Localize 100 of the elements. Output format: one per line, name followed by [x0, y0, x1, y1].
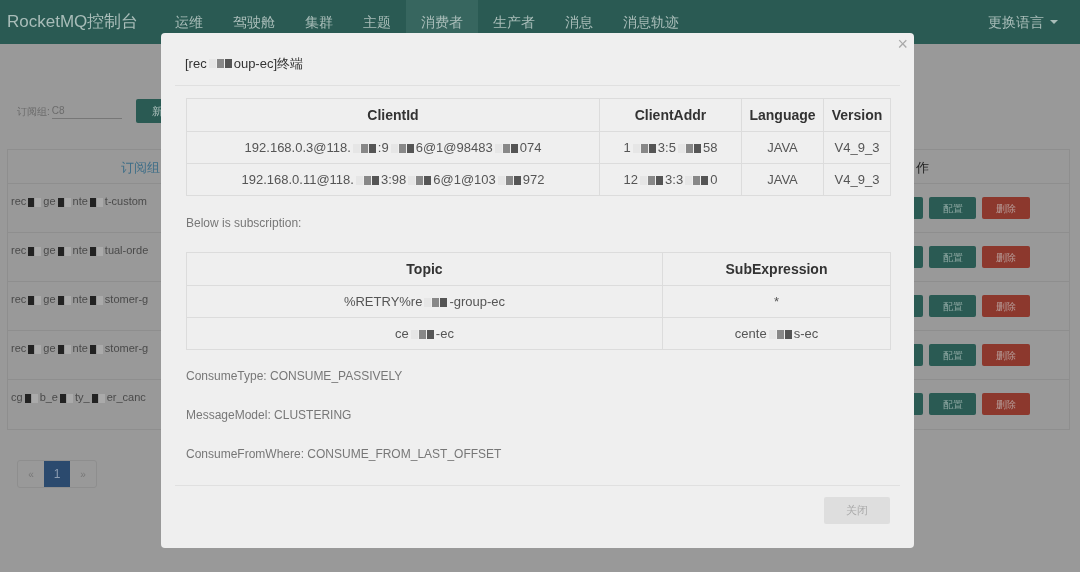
table-cell: 192.168.0.11@118. [241, 171, 354, 187]
pixelated-redaction [24, 393, 38, 403]
table-cell: JAVA [767, 171, 798, 187]
pixelated-redaction [57, 246, 71, 256]
table-cell: 3:3 [665, 171, 684, 187]
table-cell: s-ec [793, 325, 819, 341]
table-cell: rec [11, 342, 27, 354]
language-menu[interactable]: 更换语言 [988, 11, 1080, 33]
config-button[interactable]: 配置 [929, 393, 976, 415]
table-cell: 074 [519, 139, 542, 155]
table-cell: V4_9_3 [834, 171, 880, 187]
pixelated-redaction [89, 246, 103, 256]
table-cell: cg [11, 391, 23, 403]
table-cell: ge [43, 195, 56, 207]
column-header: 作 [916, 159, 929, 175]
table-cell: :9 [377, 139, 389, 155]
pixelated-redaction [352, 143, 376, 153]
column-header: SubExpression [725, 260, 828, 277]
table-cell: t-custom [104, 195, 147, 207]
column-header: ClientAddr [634, 106, 707, 123]
pixelated-redaction [89, 344, 103, 354]
pixelated-redaction [424, 297, 448, 307]
delete-button[interactable]: 删除 [982, 393, 1030, 415]
delete-button[interactable]: 删除 [982, 246, 1030, 268]
table-cell: cente [734, 325, 767, 341]
table-cell: stomer-g [104, 342, 149, 354]
table-cell: -group-ec [449, 293, 506, 309]
detail-text: ConsumeType: CONSUME_PASSIVELY [186, 368, 404, 384]
pixelated-redaction [208, 58, 232, 68]
delete-button[interactable]: 删除 [982, 295, 1030, 317]
table-cell: 192.168.0.3@118. [244, 139, 351, 155]
detail-text: ConsumeFromWhere: CONSUME_FROM_LAST_OFFSET [186, 446, 503, 462]
config-button[interactable]: 配置 [929, 197, 976, 219]
button-edge [914, 246, 923, 268]
delete-button[interactable]: 删除 [982, 344, 1030, 366]
subscription-intro: Below is subscription: [186, 215, 303, 232]
dialog-title: oup-ec]终端 [233, 54, 304, 73]
pixelated-redaction [91, 393, 105, 403]
pixelated-redaction [494, 143, 518, 153]
table-cell: nte [72, 293, 88, 305]
pixelated-redaction [390, 143, 414, 153]
table-cell: 6@1@103 [433, 171, 496, 187]
pixelated-redaction [408, 175, 432, 185]
column-header: ClientId [367, 106, 419, 123]
pixelated-redaction [28, 295, 42, 305]
button-edge [914, 197, 923, 219]
pixelated-redaction [677, 143, 701, 153]
pixelated-redaction [410, 329, 434, 339]
table-cell: * [773, 293, 780, 309]
table-cell: stomer-g [104, 293, 149, 305]
pixelated-redaction [89, 295, 103, 305]
table-cell: nte [72, 195, 88, 207]
pixelated-redaction [57, 197, 71, 207]
config-button[interactable]: 配置 [929, 246, 976, 268]
table-cell: 12 [623, 171, 639, 187]
config-button[interactable]: 配置 [929, 344, 976, 366]
pixelated-redaction [355, 175, 379, 185]
table-cell: rec [11, 244, 27, 256]
config-button[interactable]: 配置 [929, 295, 976, 317]
table-cell: 3:98 [380, 171, 407, 187]
pixelated-redaction [632, 143, 656, 153]
pixelated-redaction [640, 175, 664, 185]
table-cell: ge [43, 293, 56, 305]
table-cell: ty_ [75, 391, 90, 403]
table-cell: 1 [623, 139, 631, 155]
pixelated-redaction [60, 393, 73, 403]
pixelated-redaction [28, 197, 42, 207]
button-edge [914, 344, 923, 366]
table-cell: 6@1@98483 [415, 139, 493, 155]
table-cell: b_e [39, 391, 58, 403]
table-cell: er_canc [106, 391, 146, 403]
column-header: Topic [406, 260, 443, 277]
table-cell: %RETRY%re [343, 293, 423, 309]
pixelated-redaction [28, 344, 42, 354]
button-edge [914, 393, 923, 415]
table-cell: JAVA [767, 139, 798, 155]
pixelated-redaction [685, 175, 709, 185]
table-cell: rec [11, 195, 27, 207]
table-cell: nte [72, 244, 88, 256]
table-cell: 972 [522, 171, 545, 187]
table-cell: rec [11, 293, 27, 305]
pixelated-redaction [768, 329, 792, 339]
delete-button[interactable]: 删除 [982, 197, 1030, 219]
detail-text: MessageModel: CLUSTERING [186, 407, 353, 423]
table-cell: nte [72, 342, 88, 354]
column-header: Language [749, 106, 816, 123]
dialog-title: [rec [185, 54, 207, 73]
pixelated-redaction [497, 175, 521, 185]
table-cell: V4_9_3 [834, 139, 880, 155]
pixelated-redaction [57, 295, 71, 305]
column-header: Version [831, 106, 883, 123]
brand-title: RocketMQ控制台 [6, 11, 140, 34]
pixelated-redaction [28, 246, 42, 256]
pixelated-redaction [57, 344, 71, 354]
table-cell: 3:5 [657, 139, 676, 155]
table-cell: 58 [702, 139, 718, 155]
page-button[interactable]: 1 [44, 461, 70, 487]
table-cell: ge [43, 244, 56, 256]
column-header: 订阅组 [121, 159, 160, 175]
table-cell: tual-orde [104, 244, 149, 256]
